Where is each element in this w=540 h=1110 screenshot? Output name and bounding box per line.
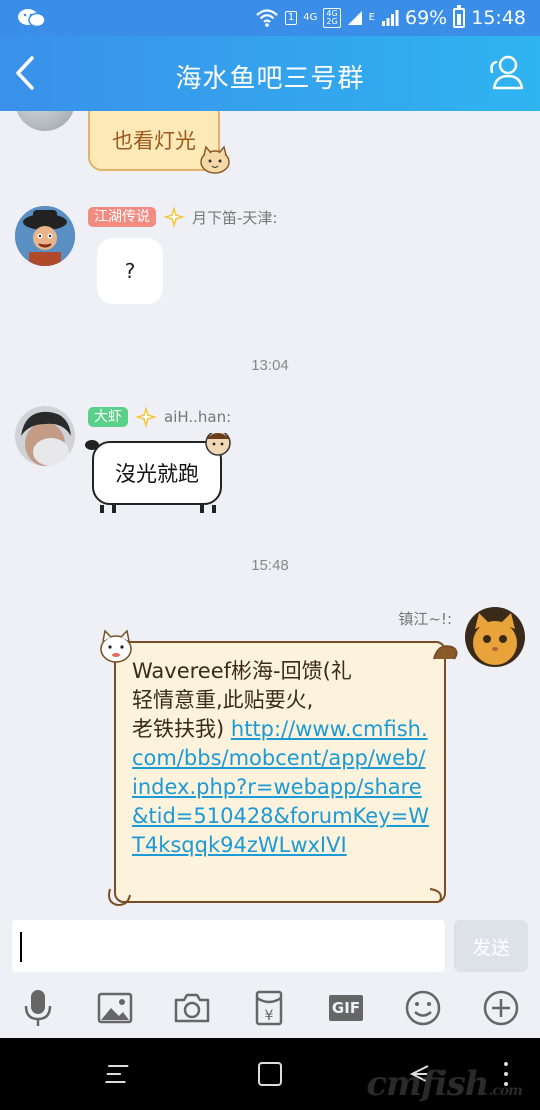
avatar[interactable]	[465, 607, 525, 667]
group-members-icon[interactable]	[486, 52, 528, 94]
network-type: 4G	[303, 12, 318, 23]
sender-name: 镇江~!:	[398, 610, 452, 628]
dual-network: 4G 2G	[323, 8, 341, 28]
sim-indicator: 1	[284, 11, 298, 25]
lucky-cat-sticker-icon	[100, 629, 132, 663]
message-bubble[interactable]: ?	[97, 238, 163, 304]
message-input[interactable]	[12, 920, 445, 972]
clock: 15:48	[471, 7, 526, 29]
message-text: 也看灯光	[112, 129, 196, 153]
group-title: 海水鱼吧三号群	[175, 64, 365, 94]
home-icon[interactable]	[252, 1056, 288, 1092]
signal-bars-icon	[382, 10, 399, 26]
battery-icon	[453, 5, 466, 28]
message-text-line-2: 轻情意重,此贴要火,	[132, 688, 314, 712]
message-text-line-3: 老铁扶我)	[132, 717, 225, 741]
scroll-curl-icon	[429, 888, 442, 902]
recent-apps-icon[interactable]	[102, 1056, 138, 1092]
message-bubble[interactable]: Wavereef彬海-回馈(礼 轻情意重,此贴要火, 老铁扶我) http://…	[114, 641, 446, 903]
watermark-suffix: .com	[488, 1083, 523, 1099]
avatar-image	[15, 406, 75, 466]
avatar[interactable]	[15, 406, 75, 466]
watermark: cmfish.com	[366, 1064, 523, 1104]
sheep-sticker-icon	[85, 433, 231, 513]
sender-line: 镇江~!:	[398, 608, 452, 629]
star-badge-icon	[135, 406, 157, 428]
input-toolbar: ¥ GIF	[0, 982, 540, 1032]
scroll-curl-icon	[433, 645, 458, 660]
camera-icon[interactable]	[172, 988, 212, 1028]
signal-icon	[347, 11, 362, 25]
avatar[interactable]	[15, 111, 75, 131]
e-indicator: E	[368, 12, 375, 23]
gif-label: GIF	[328, 995, 364, 1021]
input-bar: 发送 ¥ GIF	[0, 918, 540, 1038]
cat-sticker-icon	[200, 145, 230, 174]
battery-percent: 69%	[405, 7, 448, 29]
avatar-image	[15, 206, 75, 266]
gif-icon[interactable]: GIF	[326, 988, 366, 1028]
star-badge-icon	[163, 206, 185, 228]
chat-message-list[interactable]: 也看灯光 江湖传说 月下笛-天津: ? 13:04 大虾 aiH..han: 沒…	[0, 111, 540, 918]
scroll-curl-icon	[108, 888, 131, 907]
watermark-text: cmfish	[366, 1064, 489, 1104]
sender-line: 江湖传说 月下笛-天津:	[88, 205, 277, 229]
red-packet-label: ¥	[265, 1008, 274, 1024]
avatar[interactable]	[15, 206, 75, 266]
wechat-icon	[18, 9, 46, 28]
plus-icon[interactable]	[481, 988, 521, 1028]
red-packet-icon[interactable]: ¥	[249, 988, 289, 1028]
message-text: ?	[124, 259, 136, 283]
emoji-icon[interactable]	[403, 988, 443, 1028]
time-separator: 13:04	[251, 357, 289, 374]
mic-icon[interactable]	[18, 988, 58, 1028]
member-title-badge: 江湖传说	[88, 207, 156, 227]
system-nav-bar: cmfish.com	[0, 1038, 540, 1110]
sender-name: 月下笛-天津:	[192, 208, 278, 227]
send-button[interactable]: 发送	[454, 920, 528, 972]
member-title-badge: 大虾	[88, 407, 128, 427]
wifi-icon	[256, 9, 278, 27]
text-cursor	[20, 932, 22, 962]
message-text-line-1: Wavereef彬海-回馈(礼	[132, 659, 352, 683]
sender-line: 大虾 aiH..han:	[88, 405, 231, 429]
image-icon[interactable]	[95, 988, 135, 1028]
time-separator: 15:48	[251, 557, 289, 574]
status-bar: 1 4G 4G 2G E 69% 15:48	[0, 0, 540, 36]
avatar-image	[465, 607, 525, 667]
sender-name: aiH..han:	[164, 408, 232, 426]
chat-header: 海水鱼吧三号群	[0, 36, 540, 111]
